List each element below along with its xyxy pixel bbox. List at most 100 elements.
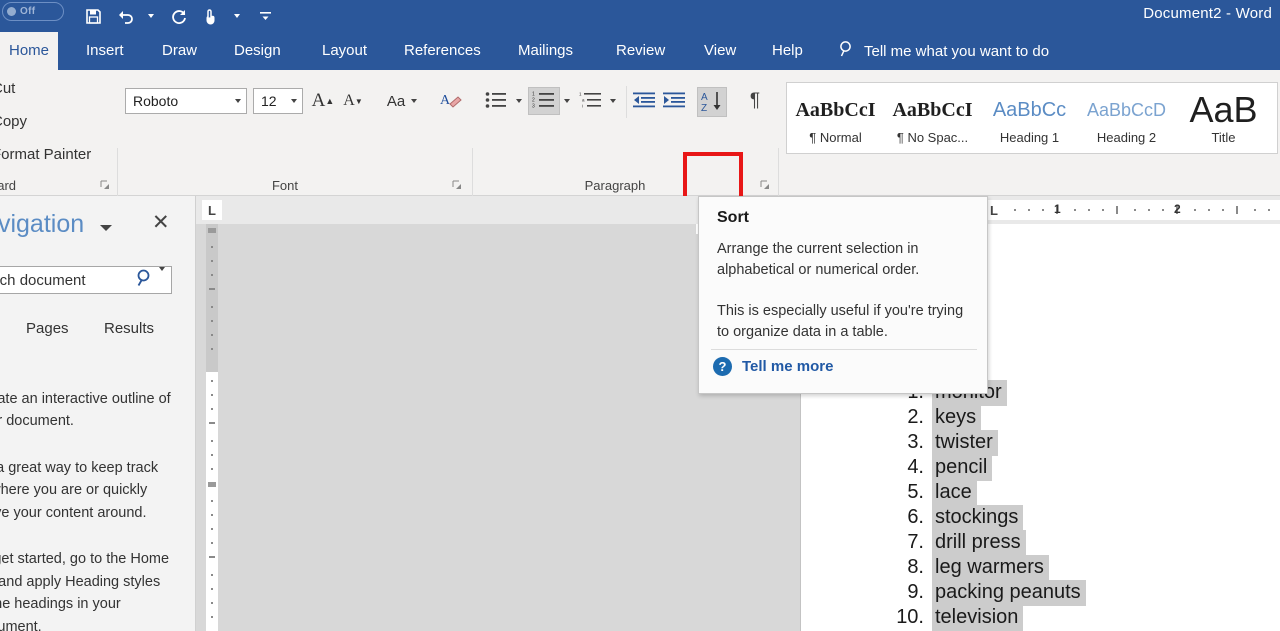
numbering-icon: 123 (532, 91, 556, 112)
list-item[interactable]: 6. stockings (888, 504, 1218, 531)
tab-design[interactable]: Design (220, 32, 295, 70)
list-item[interactable]: 2. keys (888, 404, 1218, 431)
font-name-value: Roboto (133, 93, 179, 109)
list-item-number: 9. (907, 581, 924, 603)
undo-button[interactable] (110, 2, 140, 30)
grow-font-button[interactable]: A ▲ (310, 87, 336, 115)
change-case-button[interactable]: Aa (380, 87, 424, 115)
vertical-ruler[interactable] (206, 224, 218, 631)
autosave-toggle[interactable]: Off (2, 2, 64, 21)
clear-formatting-button[interactable]: A (436, 87, 466, 115)
list-item[interactable]: 10. television (888, 604, 1218, 631)
numbering-dropdown-button[interactable] (560, 93, 574, 109)
increase-indent-button[interactable] (660, 88, 688, 114)
nav-tab-pages[interactable]: Pages (26, 320, 69, 337)
svg-text:A: A (440, 93, 451, 108)
close-icon[interactable]: ✕ (152, 212, 170, 233)
list-item[interactable]: 5. lace (888, 479, 1218, 506)
sort-tooltip: Sort Arrange the current selection in al… (698, 196, 988, 394)
chevron-down-icon (233, 14, 240, 18)
chevron-down-icon (147, 14, 154, 18)
font-name-combobox[interactable]: Roboto (125, 88, 247, 114)
tell-me-placeholder: Tell me what you want to do (864, 42, 1050, 60)
shrink-font-button[interactable]: A ▼ (340, 87, 366, 115)
pilcrow-icon: ¶ (749, 90, 761, 111)
navigation-pane-options-button[interactable] (98, 220, 114, 238)
document-numbered-list[interactable]: 1. monitor 2. keys 3. twister 4. pencil … (888, 379, 1218, 631)
cut-button[interactable]: Cut (0, 80, 15, 97)
numbering-button[interactable]: 123 (528, 87, 560, 115)
tab-insert[interactable]: Insert (72, 32, 138, 70)
tell-me-search[interactable]: Tell me what you want to do (838, 32, 1049, 70)
search-dropdown-button[interactable] (159, 267, 171, 289)
svg-text:3: 3 (532, 103, 535, 109)
nav-tab-results[interactable]: Results (104, 320, 154, 337)
grow-font-icon: A (311, 90, 326, 111)
redo-icon (171, 8, 188, 24)
list-item[interactable]: 9. packing peanuts (888, 579, 1218, 606)
search-icon[interactable] (135, 268, 159, 293)
list-item[interactable]: 3. twister (888, 429, 1218, 456)
style-normal[interactable]: AaBbCcI ¶ Normal (787, 83, 884, 153)
navigation-pane-title: Navigation (0, 210, 85, 238)
customize-qat-button[interactable] (250, 2, 280, 30)
list-item-number: 4. (907, 456, 924, 478)
style-title[interactable]: AaB Title (1175, 83, 1272, 153)
sort-button[interactable]: AZ (697, 87, 727, 117)
format-painter-button[interactable]: Format Painter (0, 146, 91, 163)
paragraph-dialog-launcher[interactable] (760, 180, 771, 191)
help-circle-icon: ? (713, 357, 732, 376)
list-item[interactable]: 7. drill press (888, 529, 1218, 556)
save-button[interactable] (78, 2, 108, 30)
list-item[interactable]: 4. pencil (888, 454, 1218, 481)
tab-help[interactable]: Help (758, 32, 817, 70)
style-heading-1[interactable]: AaBbCc Heading 1 (981, 83, 1078, 153)
navigation-pane-tabs: Pages Results (0, 320, 196, 350)
font-size-combobox[interactable]: 12 (253, 88, 303, 114)
style-preview: AaBbCcI (892, 98, 973, 121)
style-no-spacing[interactable]: AaBbCcI ¶ No Spac... (884, 83, 981, 153)
tooltip-paragraph-2: This is especially useful if you're tryi… (717, 303, 964, 341)
chevron-down-icon[interactable] (230, 99, 246, 103)
list-item[interactable]: 8. leg warmers (888, 554, 1218, 581)
bullets-button[interactable] (482, 88, 510, 114)
tab-references[interactable]: References (390, 32, 495, 70)
list-item-text: packing peanuts (932, 579, 1086, 606)
style-label: Heading 1 (999, 130, 1060, 145)
list-item-text: television (932, 604, 1024, 631)
style-preview: AaBbCcD (1086, 99, 1167, 120)
touch-mode-dropdown-button[interactable] (228, 2, 248, 30)
tab-review[interactable]: Review (602, 32, 679, 70)
bullets-icon (485, 91, 507, 112)
style-heading-2[interactable]: AaBbCcD Heading 2 (1078, 83, 1175, 153)
list-item-number: 10. (896, 606, 924, 628)
tell-me-more-link[interactable]: ? Tell me more (713, 357, 833, 376)
touch-mode-button[interactable] (196, 2, 226, 30)
style-preview: AaBbCc (992, 98, 1067, 121)
document-title: Document2 - Word (1143, 5, 1272, 22)
redo-button[interactable] (164, 2, 194, 30)
undo-dropdown-button[interactable] (142, 2, 162, 30)
left-tab-marker-icon: L (990, 203, 998, 218)
clipboard-group-label: oard (0, 178, 17, 193)
tab-mailings[interactable]: Mailings (504, 32, 587, 70)
show-formatting-marks-button[interactable]: ¶ (742, 88, 768, 114)
tab-layout[interactable]: Layout (308, 32, 381, 70)
navigation-search-input[interactable]: Search document (0, 266, 172, 294)
horizontal-ruler-marks: L 1 2 (988, 200, 1280, 220)
tab-draw[interactable]: Draw (148, 32, 211, 70)
chevron-down-icon[interactable] (286, 99, 302, 103)
clipboard-dialog-launcher[interactable] (100, 180, 111, 191)
left-tab-icon: L (208, 202, 216, 218)
bullets-dropdown-button[interactable] (512, 93, 526, 109)
paragraph-group-label: Paragraph (584, 178, 646, 193)
tab-home[interactable]: Home (0, 32, 58, 70)
multilevel-dropdown-button[interactable] (606, 93, 620, 109)
tab-selector-button[interactable]: L (202, 200, 222, 220)
tab-view[interactable]: View (690, 32, 750, 70)
decrease-indent-button[interactable] (630, 88, 658, 114)
clear-formatting-icon: A (440, 90, 462, 113)
font-dialog-launcher[interactable] (452, 180, 463, 191)
copy-button[interactable]: Copy (0, 113, 27, 130)
multilevel-list-button[interactable]: 1ai (576, 88, 606, 114)
